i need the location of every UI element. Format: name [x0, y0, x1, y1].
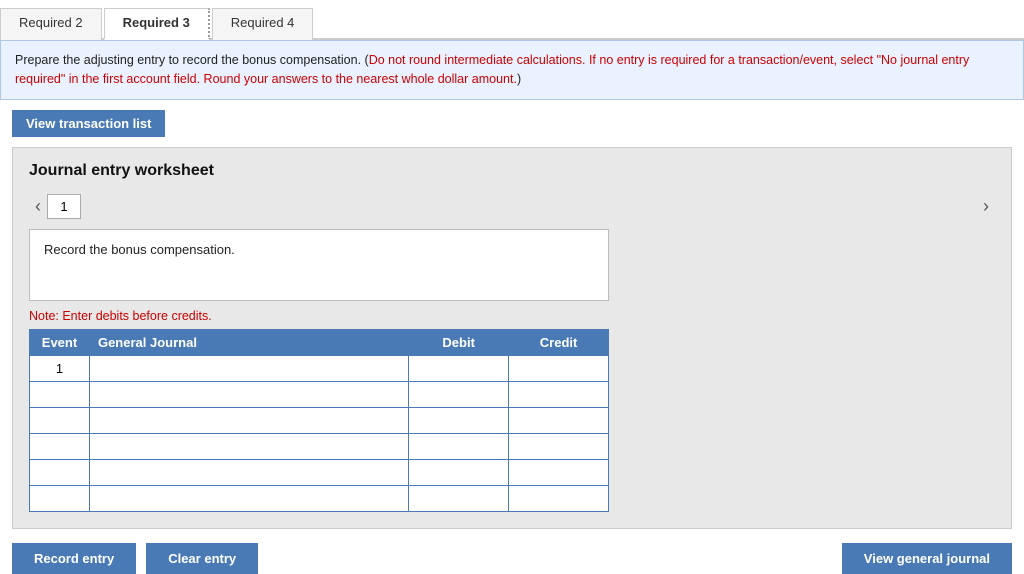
- description-box: Record the bonus compensation.: [29, 229, 609, 301]
- debit-input[interactable]: [409, 460, 508, 485]
- nav-number: 1: [47, 194, 81, 219]
- instructions-main: Prepare the adjusting entry to record th…: [15, 53, 369, 67]
- journal-input[interactable]: [90, 460, 408, 485]
- event-cell: [30, 381, 90, 407]
- debit-cell[interactable]: [409, 433, 509, 459]
- journal-cell[interactable]: [89, 355, 408, 381]
- credit-input[interactable]: [509, 486, 608, 511]
- event-cell: [30, 485, 90, 511]
- table-row: [30, 485, 609, 511]
- table-row: [30, 407, 609, 433]
- credit-input[interactable]: [509, 434, 608, 459]
- nav-prev-button[interactable]: ‹: [29, 195, 47, 217]
- debit-cell[interactable]: [409, 381, 509, 407]
- view-general-journal-button[interactable]: View general journal: [842, 543, 1012, 574]
- debit-input[interactable]: [409, 382, 508, 407]
- nav-next-button[interactable]: ›: [977, 195, 995, 217]
- credit-cell[interactable]: [509, 355, 609, 381]
- credit-cell[interactable]: [509, 459, 609, 485]
- worksheet-title: Journal entry worksheet: [29, 162, 995, 180]
- col-header-journal: General Journal: [89, 329, 408, 355]
- instructions-box: Prepare the adjusting entry to record th…: [0, 40, 1024, 100]
- debit-cell[interactable]: [409, 459, 509, 485]
- credit-cell[interactable]: [509, 407, 609, 433]
- debit-input[interactable]: [409, 434, 508, 459]
- debit-input[interactable]: [409, 486, 508, 511]
- table-row: [30, 433, 609, 459]
- clear-entry-button[interactable]: Clear entry: [146, 543, 258, 574]
- journal-cell[interactable]: [89, 407, 408, 433]
- debit-cell[interactable]: [409, 355, 509, 381]
- buttons-row: Record entry Clear entry View general jo…: [12, 543, 1012, 574]
- nav-row: ‹ 1 ›: [29, 194, 995, 219]
- event-cell: [30, 459, 90, 485]
- event-cell: [30, 433, 90, 459]
- credit-cell[interactable]: [509, 433, 609, 459]
- credit-input[interactable]: [509, 382, 608, 407]
- tab-required3[interactable]: Required 3: [104, 8, 210, 40]
- journal-cell[interactable]: [89, 381, 408, 407]
- credit-cell[interactable]: [509, 485, 609, 511]
- record-entry-button[interactable]: Record entry: [12, 543, 136, 574]
- credit-input[interactable]: [509, 356, 608, 381]
- table-row: [30, 381, 609, 407]
- debit-cell[interactable]: [409, 407, 509, 433]
- journal-cell[interactable]: [89, 459, 408, 485]
- col-header-credit: Credit: [509, 329, 609, 355]
- worksheet-panel: Journal entry worksheet ‹ 1 › Record the…: [12, 147, 1012, 529]
- table-row: 1: [30, 355, 609, 381]
- event-cell: [30, 407, 90, 433]
- journal-input[interactable]: [90, 486, 408, 511]
- tab-required2[interactable]: Required 2: [0, 8, 102, 40]
- journal-input[interactable]: [90, 356, 408, 381]
- debit-input[interactable]: [409, 408, 508, 433]
- journal-cell[interactable]: [89, 485, 408, 511]
- credit-cell[interactable]: [509, 381, 609, 407]
- instructions-end: ): [517, 72, 521, 86]
- tabs-bar: Required 2 Required 3 Required 4: [0, 0, 1024, 40]
- journal-input[interactable]: [90, 408, 408, 433]
- tab-required4[interactable]: Required 4: [212, 8, 314, 40]
- col-header-debit: Debit: [409, 329, 509, 355]
- journal-table: Event General Journal Debit Credit 1: [29, 329, 609, 512]
- view-transaction-button[interactable]: View transaction list: [12, 110, 165, 137]
- table-row: [30, 459, 609, 485]
- journal-cell[interactable]: [89, 433, 408, 459]
- note-text: Note: Enter debits before credits.: [29, 309, 995, 323]
- credit-input[interactable]: [509, 460, 608, 485]
- credit-input[interactable]: [509, 408, 608, 433]
- debit-input[interactable]: [409, 356, 508, 381]
- event-cell: 1: [30, 355, 90, 381]
- col-header-event: Event: [30, 329, 90, 355]
- journal-input[interactable]: [90, 382, 408, 407]
- debit-cell[interactable]: [409, 485, 509, 511]
- journal-input[interactable]: [90, 434, 408, 459]
